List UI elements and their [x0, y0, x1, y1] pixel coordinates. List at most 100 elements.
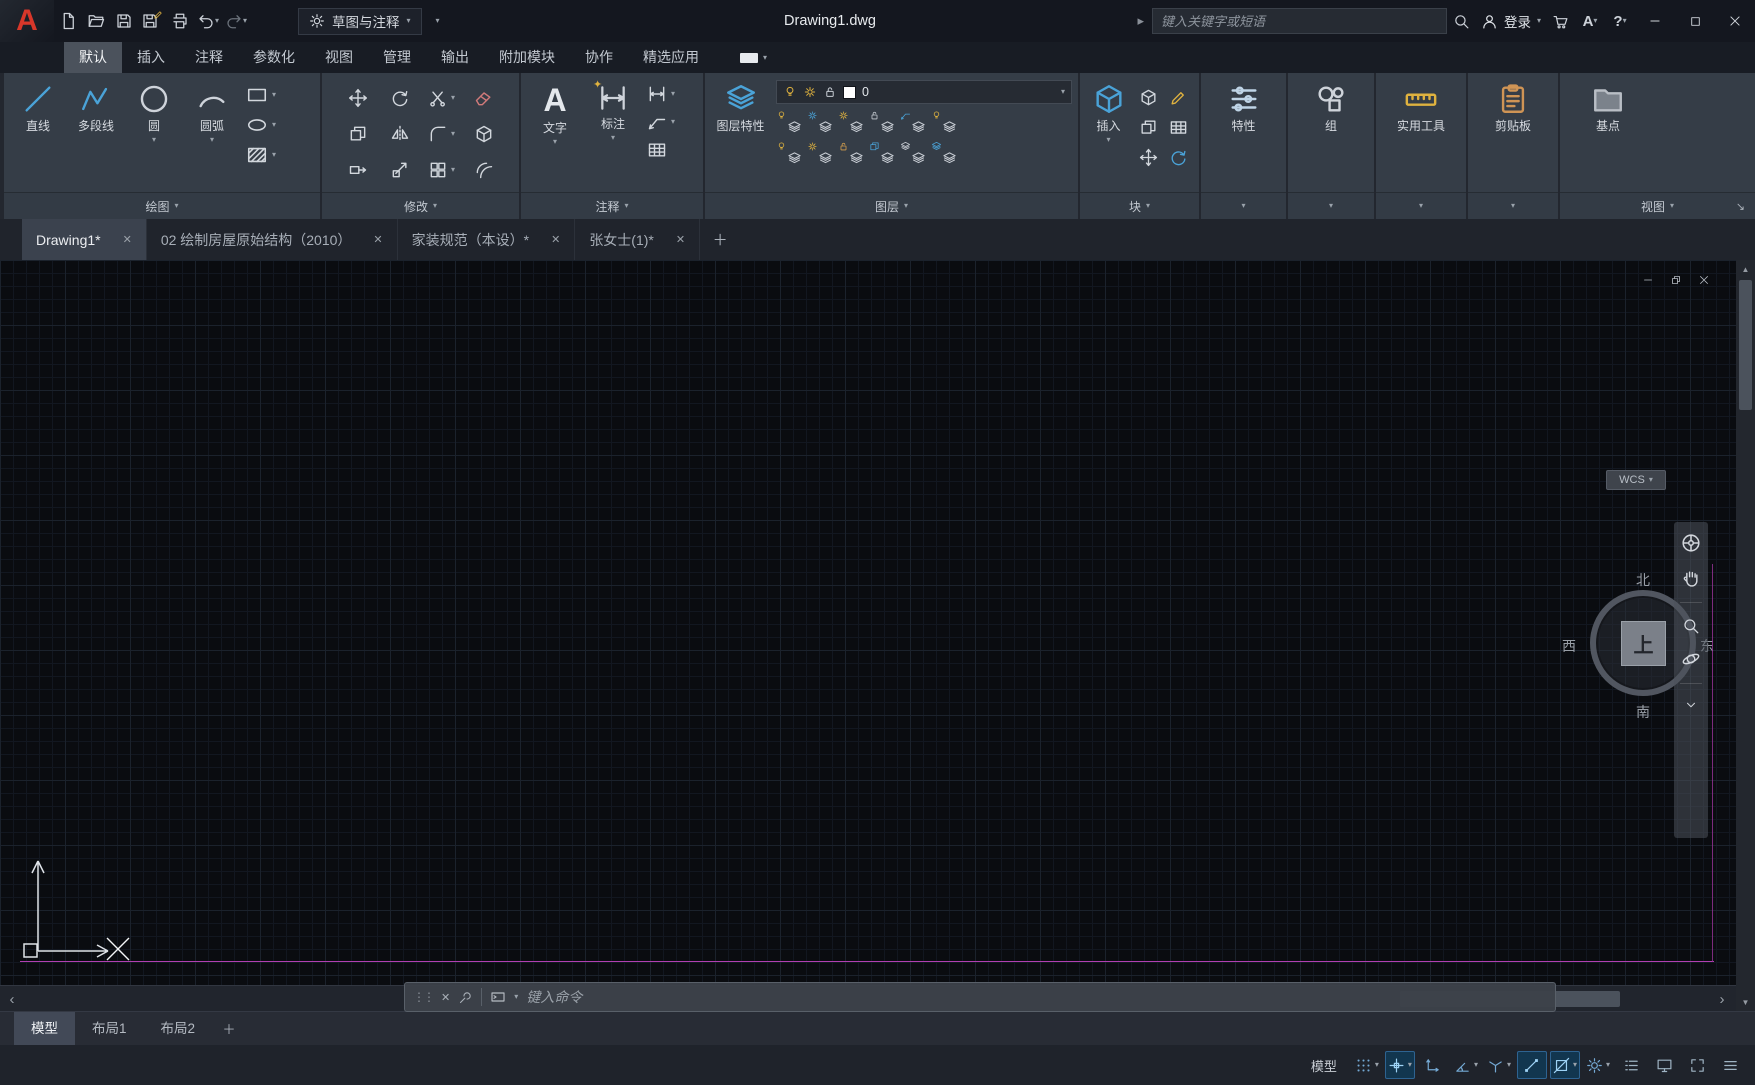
- group-tool[interactable]: 组: [1303, 78, 1359, 192]
- ribbon-tab-manage[interactable]: 管理: [368, 42, 426, 73]
- search-input[interactable]: [1161, 14, 1438, 29]
- linear-dimension-tool[interactable]: ▾: [647, 84, 675, 104]
- stretch-tool[interactable]: [348, 160, 368, 180]
- workspace-switching-button[interactable]: ▾: [1583, 1051, 1613, 1079]
- panel-clipboard-strip[interactable]: ▾: [1468, 192, 1558, 219]
- zoom-icon[interactable]: [1682, 617, 1700, 635]
- file-tab-close-icon[interactable]: ✕: [123, 233, 132, 246]
- layer-on-all-tool[interactable]: [776, 141, 803, 166]
- layer-thaw-sun-icon[interactable]: [803, 85, 817, 99]
- ribbon-tab-view[interactable]: 视图: [310, 42, 368, 73]
- ribbon-tab-insert[interactable]: 插入: [122, 42, 180, 73]
- object-snap-tracking-button[interactable]: [1517, 1051, 1547, 1079]
- hatch-tool[interactable]: ▾: [246, 144, 276, 166]
- file-tab-close-icon[interactable]: ✕: [551, 233, 560, 246]
- copy-tool[interactable]: [348, 124, 368, 144]
- text-caret[interactable]: ▾: [553, 138, 557, 146]
- window-maximize-button[interactable]: [1675, 0, 1715, 42]
- ribbon-tab-featured[interactable]: 精选应用: [628, 42, 714, 73]
- viewcube-top-face[interactable]: 上: [1621, 621, 1666, 666]
- new-drawing-tab-button[interactable]: ＋: [700, 219, 740, 260]
- pan-hand-icon[interactable]: [1681, 568, 1701, 588]
- viewcube-west[interactable]: 西: [1562, 636, 1576, 656]
- ribbon-tab-collaborate[interactable]: 协作: [570, 42, 628, 73]
- qat-customize-caret[interactable]: ▾: [436, 17, 440, 25]
- layer-color-swatch[interactable]: [843, 86, 856, 99]
- undo-button[interactable]: ▾: [194, 6, 222, 36]
- rectangle-caret[interactable]: ▾: [272, 91, 276, 99]
- paste-tool[interactable]: 剪贴板: [1485, 78, 1541, 192]
- window-minimize-button[interactable]: [1635, 0, 1675, 42]
- layer-match-tool[interactable]: [900, 110, 927, 135]
- insert-block-tool[interactable]: 插入 ▾: [1086, 78, 1131, 192]
- workspace-switch-caret[interactable]: ▾: [1606, 1061, 1610, 1069]
- snap-mode-button[interactable]: ▾: [1385, 1051, 1415, 1079]
- dimension-tool[interactable]: ✦ 标注 ▾: [585, 78, 641, 192]
- text-tool[interactable]: A 文字 ▾: [527, 78, 583, 192]
- sync-attributes-tool[interactable]: [1169, 148, 1188, 167]
- line-tool[interactable]: 直线: [10, 78, 66, 192]
- panel-utilities-strip[interactable]: ▾: [1376, 192, 1466, 219]
- ribbon-display-toggle[interactable]: ▾: [740, 42, 767, 73]
- wcs-dropdown[interactable]: WCS ▾: [1606, 470, 1666, 490]
- redo-button[interactable]: ▾: [222, 6, 250, 36]
- ellipse-tool[interactable]: ▾: [246, 114, 276, 136]
- create-block-tool[interactable]: [1169, 88, 1188, 107]
- ribbon-tab-addins[interactable]: 附加模块: [484, 42, 570, 73]
- autocad-logo[interactable]: A: [0, 0, 54, 42]
- plot-button[interactable]: [166, 6, 194, 36]
- insert-block-caret[interactable]: ▾: [1106, 136, 1110, 144]
- ribbon-launcher-icon[interactable]: ↘: [1736, 200, 1745, 213]
- arc-tool[interactable]: 圆弧 ▾: [184, 78, 240, 192]
- ortho-mode-button[interactable]: [1418, 1051, 1448, 1079]
- viewport-minimize-icon[interactable]: [1642, 274, 1654, 286]
- layer-off-tool[interactable]: [776, 110, 803, 135]
- layer-walk-tool[interactable]: [900, 141, 927, 166]
- scroll-right-arrow[interactable]: ›: [1710, 986, 1734, 1012]
- polyline-tool[interactable]: 多段线: [68, 78, 124, 192]
- navigation-wheel-icon[interactable]: [1680, 532, 1702, 554]
- ribbon-tab-parametric[interactable]: 参数化: [238, 42, 310, 73]
- layer-properties-tool[interactable]: 图层特性: [711, 78, 770, 192]
- file-tab-home-spec[interactable]: 家装规范（本设）* ✕: [398, 219, 576, 260]
- layer-make-current-tool[interactable]: [931, 110, 958, 135]
- base-view-tool[interactable]: 基点: [1580, 78, 1636, 192]
- autodesk-app-button[interactable]: A▾: [1575, 6, 1605, 36]
- viewport-close-icon[interactable]: [1698, 274, 1710, 286]
- fillet-tool[interactable]: ▾: [428, 124, 455, 144]
- command-bar-close-icon[interactable]: ✕: [441, 991, 450, 1004]
- leader-tool[interactable]: ▾: [647, 112, 675, 132]
- grid-display-button[interactable]: ▾: [1352, 1051, 1382, 1079]
- panel-properties-strip[interactable]: ▾: [1201, 192, 1286, 219]
- command-bar-grip[interactable]: ⋮⋮: [413, 990, 433, 1004]
- scroll-down-arrow[interactable]: ▼: [1736, 993, 1755, 1011]
- circle-tool[interactable]: 圆 ▾: [126, 78, 182, 192]
- ribbon-tab-output[interactable]: 输出: [426, 42, 484, 73]
- save-button[interactable]: [110, 6, 138, 36]
- graphics-performance-button[interactable]: [1649, 1051, 1679, 1079]
- navbar-more-icon[interactable]: [1684, 698, 1698, 712]
- layer-on-bulb-icon[interactable]: [783, 85, 797, 99]
- table-tool[interactable]: [647, 140, 675, 160]
- model-space-button[interactable]: 模型: [1299, 1056, 1349, 1075]
- scroll-left-arrow[interactable]: ‹: [0, 986, 24, 1012]
- customization-button[interactable]: [1715, 1051, 1745, 1079]
- layer-dropdown[interactable]: 0 ▾: [776, 80, 1072, 104]
- linear-dimension-caret[interactable]: ▾: [671, 90, 675, 98]
- rotate-tool[interactable]: [390, 88, 410, 108]
- trim-caret[interactable]: ▾: [451, 94, 455, 102]
- open-file-button[interactable]: [82, 6, 110, 36]
- command-input[interactable]: [526, 989, 1547, 1005]
- file-tab-drawing1[interactable]: Drawing1* ✕: [22, 219, 147, 260]
- hatch-caret[interactable]: ▾: [272, 151, 276, 159]
- workspace-selector[interactable]: 草图与注释 ▾: [298, 8, 422, 35]
- measure-tool[interactable]: 实用工具: [1389, 78, 1453, 192]
- sign-in-button[interactable]: 登录 ▾: [1481, 11, 1541, 31]
- layer-unlock-icon[interactable]: [823, 85, 837, 99]
- polar-tracking-button[interactable]: ▾: [1451, 1051, 1481, 1079]
- new-layout-button[interactable]: ＋: [212, 1012, 246, 1045]
- layout-tab-layout2[interactable]: 布局2: [144, 1012, 213, 1045]
- new-file-button[interactable]: [54, 6, 82, 36]
- offset-tool[interactable]: [474, 160, 494, 180]
- panel-block-strip[interactable]: 块▾: [1080, 192, 1199, 219]
